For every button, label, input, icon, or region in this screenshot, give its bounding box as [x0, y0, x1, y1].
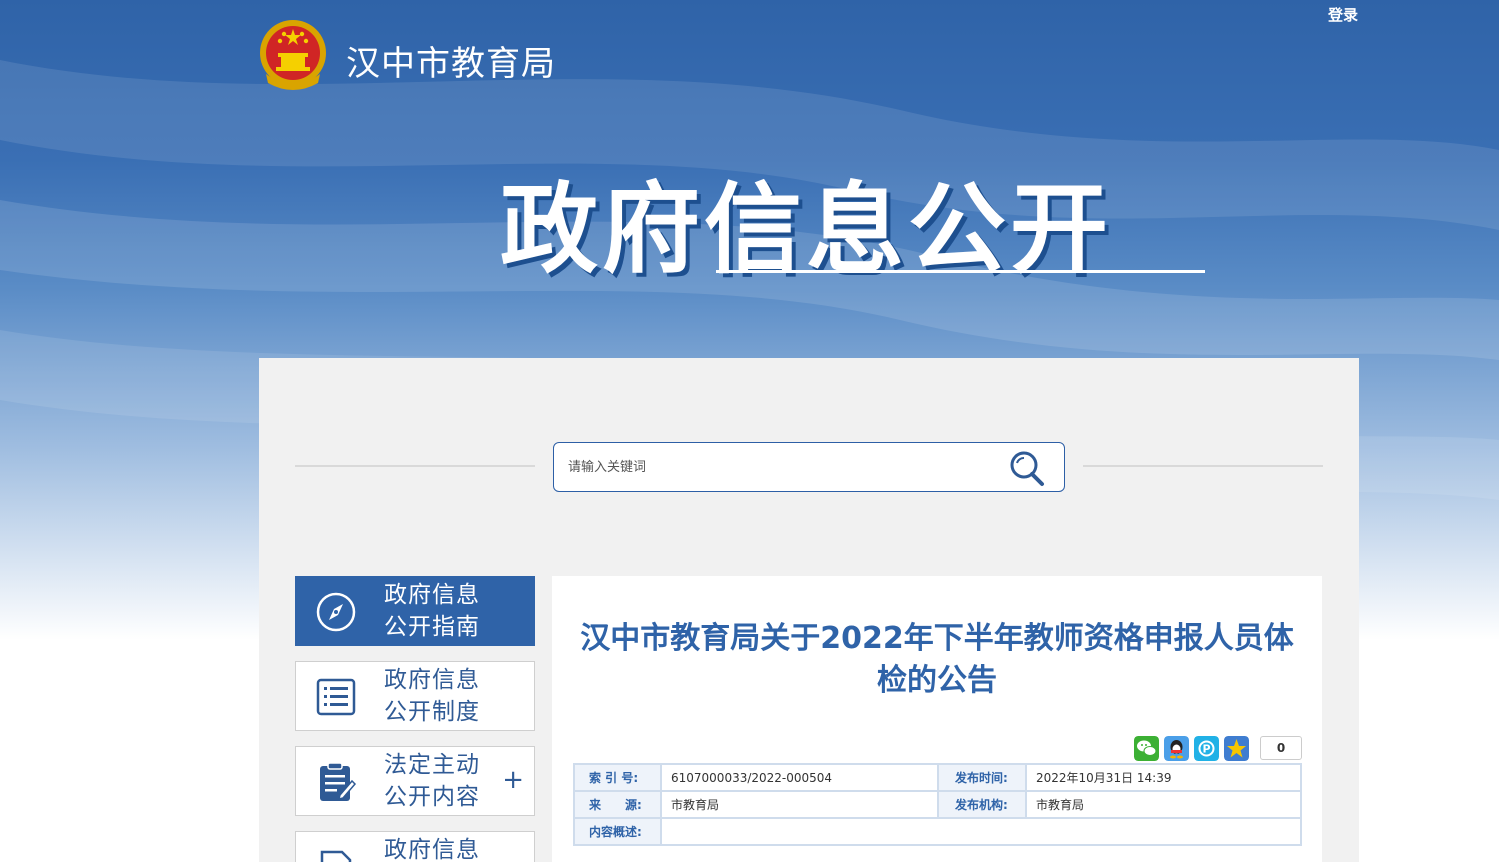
- table-row: 内容概述:: [573, 817, 1302, 846]
- compass-icon: [316, 592, 356, 632]
- article-panel: 汉中市教育局关于2022年下半年教师资格申报人员体检的公告 P 0 索 引 号:…: [552, 576, 1322, 862]
- sidebar-item-label: 政府信息 公开制度: [384, 667, 480, 725]
- sidebar-item-label: 政府信息 公开指南: [384, 582, 480, 640]
- banner-title-underline: [716, 270, 1205, 273]
- sidebar-item-system[interactable]: 政府信息 公开制度: [295, 661, 535, 731]
- index-label: 索 引 号:: [573, 763, 662, 792]
- list-icon: [316, 678, 356, 716]
- wechat-icon[interactable]: [1134, 736, 1159, 761]
- main-panel: 政府信息 公开指南 政府信息 公开制度 法定主动: [259, 358, 1359, 862]
- login-link[interactable]: 登录: [1328, 4, 1358, 25]
- search-input[interactable]: [568, 455, 988, 479]
- summary-label: 内容概述:: [573, 817, 662, 846]
- source-label: 来 源:: [573, 790, 662, 819]
- table-row: 索 引 号: 6107000033/2022-000504 发布时间: 2022…: [573, 763, 1302, 792]
- expand-plus-icon[interactable]: +: [502, 767, 524, 793]
- source-value: 市教育局: [660, 790, 939, 819]
- qq-icon[interactable]: [1164, 736, 1189, 761]
- summary-value: [660, 817, 1302, 846]
- national-emblem-logo: [260, 20, 326, 90]
- article-meta-table: 索 引 号: 6107000033/2022-000504 发布时间: 2022…: [573, 763, 1302, 846]
- publisher-label: 发布机构:: [937, 790, 1027, 819]
- favorite-star-icon[interactable]: [1224, 736, 1249, 761]
- search-box: [553, 442, 1065, 492]
- sidebar-item-label: 法定主动 公开内容: [384, 752, 480, 810]
- index-value: 6107000033/2022-000504: [660, 763, 939, 792]
- divider-left: [295, 465, 535, 467]
- table-row: 来 源: 市教育局 发布机构: 市教育局: [573, 790, 1302, 819]
- share-count: 0: [1260, 736, 1302, 760]
- article-title: 汉中市教育局关于2022年下半年教师资格申报人员体检的公告: [580, 621, 1294, 698]
- sidebar-item-guide[interactable]: 政府信息 公开指南: [295, 576, 535, 646]
- sidebar-item-annual-report[interactable]: 政府信息: [295, 831, 535, 862]
- svg-text:P: P: [1202, 743, 1210, 756]
- clipboard-icon: [320, 762, 357, 801]
- divider-right: [1083, 465, 1323, 467]
- qzone-icon[interactable]: P: [1194, 736, 1219, 761]
- document-icon: [320, 850, 352, 862]
- site-name: 汉中市教育局: [346, 44, 556, 84]
- search-icon[interactable]: [1008, 449, 1048, 487]
- publish-time-label: 发布时间:: [937, 763, 1027, 792]
- sidebar-item-label: 政府信息: [384, 837, 480, 862]
- sidebar-item-statutory-content[interactable]: 法定主动 公开内容 +: [295, 746, 535, 816]
- publisher-value: 市教育局: [1025, 790, 1302, 819]
- publish-time-value: 2022年10月31日 14:39: [1025, 763, 1302, 792]
